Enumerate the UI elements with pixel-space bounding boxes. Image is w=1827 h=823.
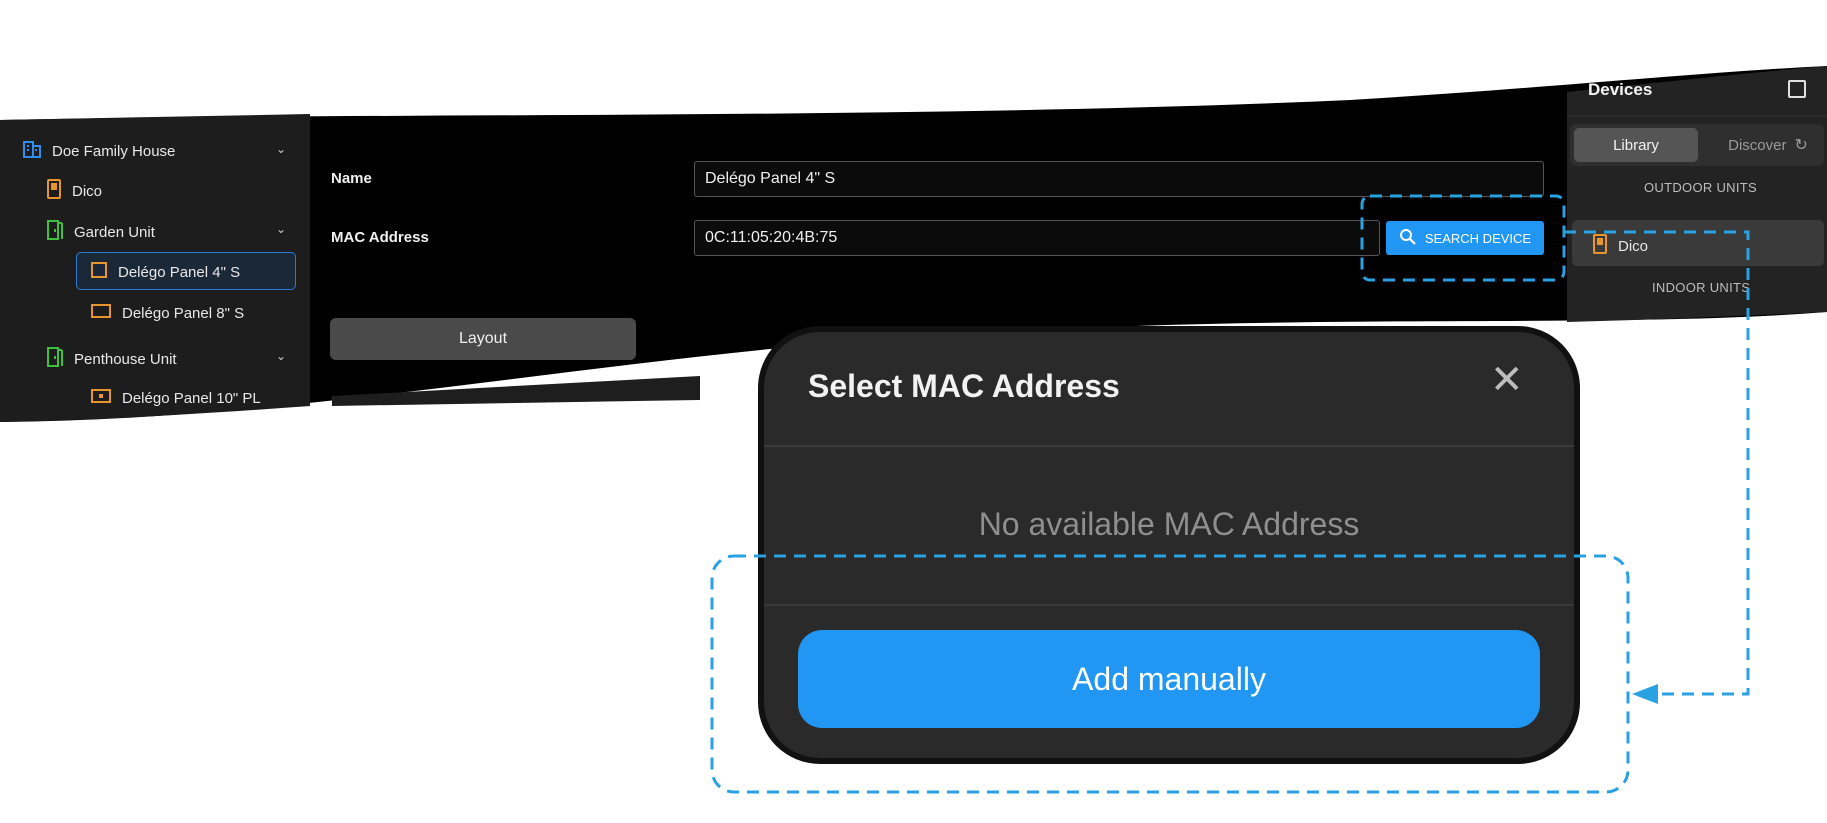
search-highlight-box [1360, 194, 1566, 282]
callout-connector [1564, 230, 1750, 696]
add-manually-highlight-box [710, 554, 1630, 794]
annotation-overlay [710, 194, 1750, 794]
arrowhead-icon [1632, 684, 1658, 704]
